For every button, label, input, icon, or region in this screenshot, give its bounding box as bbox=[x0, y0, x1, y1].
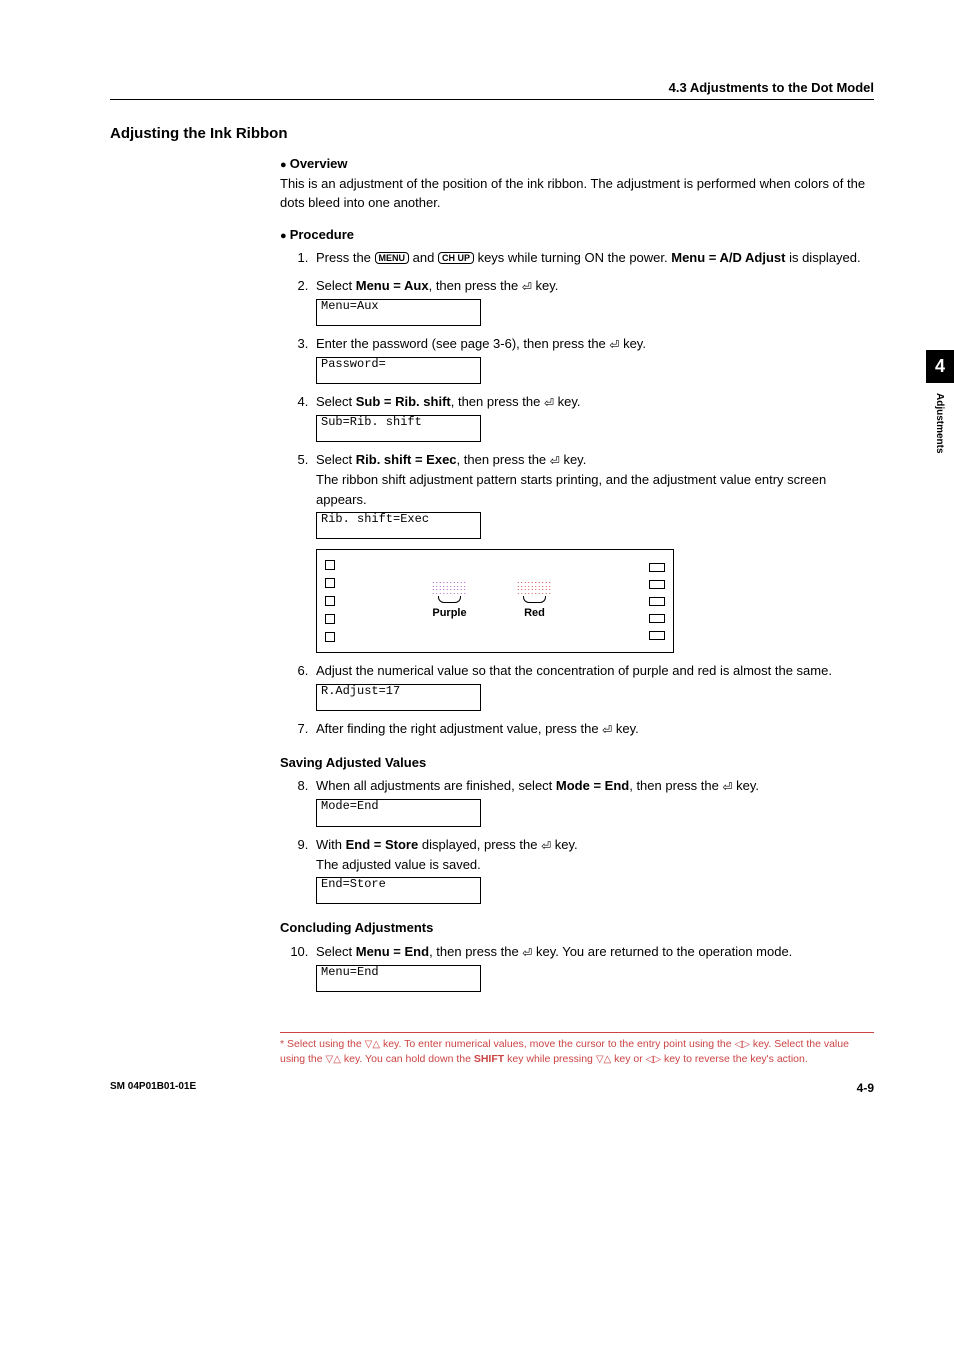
step-8: When all adjustments are finished, selec… bbox=[312, 776, 874, 826]
updown-icon: ▽△ bbox=[326, 1054, 341, 1065]
enter-icon: ⏎ bbox=[550, 452, 560, 470]
lcd-display: R.Adjust=17 bbox=[316, 684, 481, 711]
lcd-display: Mode=End bbox=[316, 799, 481, 826]
step-10: Select Menu = End, then press the ⏎ key.… bbox=[312, 942, 874, 992]
saving-list: When all adjustments are finished, selec… bbox=[280, 776, 874, 904]
menu-key: MENU bbox=[375, 252, 410, 264]
lcd-display: Rib. shift=Exec bbox=[316, 512, 481, 539]
updown-icon: ▽△ bbox=[365, 1039, 380, 1050]
step-6: Adjust the numerical value so that the c… bbox=[312, 661, 874, 711]
footnote: * Select using the ▽△ key. To enter nume… bbox=[280, 1032, 874, 1067]
step-1: Press the MENU and CH UP keys while turn… bbox=[312, 248, 874, 268]
step-7: After finding the right adjustment value… bbox=[312, 719, 874, 739]
saving-heading: Saving Adjusted Values bbox=[280, 753, 874, 773]
enter-icon: ⏎ bbox=[522, 278, 532, 296]
purple-swatch: :::::::::: :::::::::: Purple bbox=[432, 581, 467, 622]
page-header: 4.3 Adjustments to the Dot Model bbox=[110, 80, 874, 100]
chapter-tab: 4 Adjustments bbox=[926, 350, 954, 454]
lcd-display: Menu=End bbox=[316, 965, 481, 992]
lcd-display: Menu=Aux bbox=[316, 299, 481, 326]
page-number: 4-9 bbox=[857, 1081, 874, 1095]
enter-icon: ⏎ bbox=[609, 336, 619, 354]
enter-icon: ⏎ bbox=[602, 721, 612, 739]
procedure-heading: Procedure bbox=[280, 225, 874, 245]
step-2: Select Menu = Aux, then press the ⏎ key.… bbox=[312, 276, 874, 326]
lcd-display: Sub=Rib. shift bbox=[316, 415, 481, 442]
enter-icon: ⏎ bbox=[541, 837, 551, 855]
chapter-number: 4 bbox=[926, 350, 954, 383]
leftright-icon: ◁▷ bbox=[646, 1054, 661, 1065]
print-pattern-diagram: :::::::::: :::::::::: Purple :::::::::: … bbox=[316, 549, 674, 653]
section-title: Adjusting the Ink Ribbon bbox=[110, 125, 874, 142]
updown-icon: ▽△ bbox=[596, 1054, 611, 1065]
enter-icon: ⏎ bbox=[722, 778, 732, 796]
enter-icon: ⏎ bbox=[544, 394, 554, 412]
chapter-label: Adjustments bbox=[934, 383, 945, 454]
step-3: Enter the password (see page 3-6), then … bbox=[312, 334, 874, 384]
doc-id: SM 04P01B01-01E bbox=[110, 1081, 196, 1095]
overview-text: This is an adjustment of the position of… bbox=[280, 174, 874, 213]
step-4: Select Sub = Rib. shift, then press the … bbox=[312, 392, 874, 442]
step-5: Select Rib. shift = Exec, then press the… bbox=[312, 450, 874, 653]
red-swatch: :::::::::: :::::::::: Red bbox=[517, 581, 552, 622]
concluding-list: Select Menu = End, then press the ⏎ key.… bbox=[280, 942, 874, 992]
lcd-display: Password= bbox=[316, 357, 481, 384]
page-footer: SM 04P01B01-01E 4-9 bbox=[110, 1081, 874, 1095]
leftright-icon: ◁▷ bbox=[735, 1039, 750, 1050]
concluding-heading: Concluding Adjustments bbox=[280, 918, 874, 938]
chup-key: CH UP bbox=[438, 252, 474, 264]
overview-heading: Overview bbox=[280, 154, 874, 174]
step-9: With End = Store displayed, press the ⏎ … bbox=[312, 835, 874, 905]
procedure-list: Press the MENU and CH UP keys while turn… bbox=[280, 248, 874, 739]
enter-icon: ⏎ bbox=[522, 944, 532, 962]
lcd-display: End=Store bbox=[316, 877, 481, 904]
